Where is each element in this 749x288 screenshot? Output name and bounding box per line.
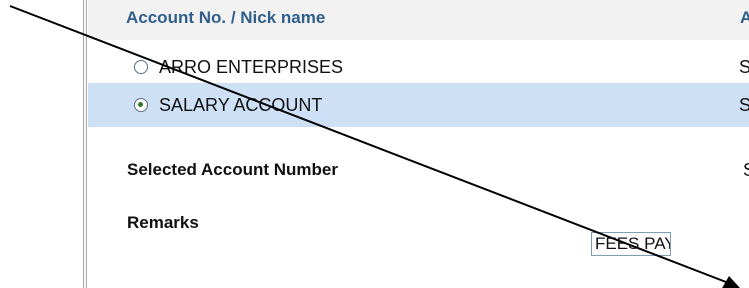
annotation-overlay — [9, 5, 740, 288]
annotation-arrow-line — [9, 5, 727, 283]
